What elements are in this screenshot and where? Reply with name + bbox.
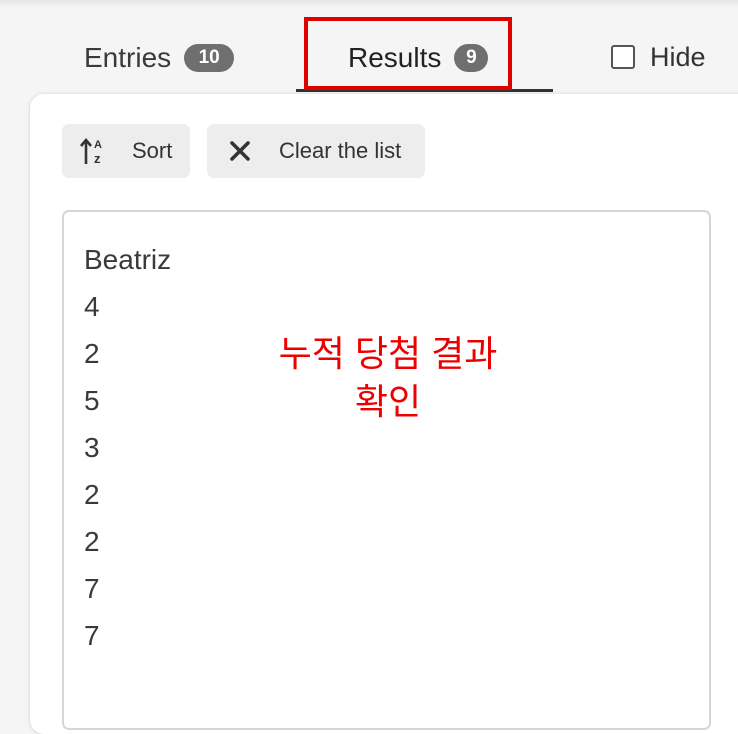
result-item: 7 bbox=[84, 573, 100, 604]
sort-az-icon: A z bbox=[78, 136, 110, 166]
clear-list-label: Clear the list bbox=[279, 138, 402, 163]
annotation-text: 누적 당첨 결과 확인 bbox=[238, 330, 538, 426]
result-item: 4 bbox=[84, 291, 100, 322]
clear-list-button[interactable]: Clear the list bbox=[207, 124, 425, 178]
result-item: 7 bbox=[84, 620, 100, 651]
result-item: 5 bbox=[84, 385, 100, 416]
result-item: 2 bbox=[84, 338, 100, 369]
sort-button[interactable]: A z Sort bbox=[62, 124, 190, 178]
annotation-line-1: 누적 당첨 결과 bbox=[278, 333, 498, 374]
result-item: Beatriz bbox=[84, 244, 172, 275]
hide-checkbox[interactable] bbox=[611, 45, 635, 69]
entries-count-badge: 10 bbox=[184, 44, 235, 72]
results-tab-highlight bbox=[304, 17, 512, 90]
hide-toggle[interactable]: Hide bbox=[611, 40, 706, 74]
hide-label: Hide bbox=[650, 41, 706, 72]
result-item: 3 bbox=[84, 432, 100, 463]
svg-text:z: z bbox=[94, 151, 101, 166]
tab-entries[interactable]: Entries 10 bbox=[84, 38, 235, 78]
top-shadow-strip bbox=[0, 0, 738, 8]
annotation-line-2: 확인 bbox=[354, 381, 422, 422]
tab-entries-label: Entries bbox=[84, 42, 172, 73]
results-textarea[interactable]: Beatriz 4 2 5 3 2 2 7 7 bbox=[62, 210, 711, 730]
result-item: 2 bbox=[84, 479, 100, 510]
sort-label: Sort bbox=[132, 138, 173, 163]
svg-text:A: A bbox=[94, 139, 102, 151]
close-icon bbox=[227, 140, 253, 162]
results-list: Beatriz 4 2 5 3 2 2 7 7 bbox=[84, 236, 171, 659]
result-item: 2 bbox=[84, 526, 100, 557]
